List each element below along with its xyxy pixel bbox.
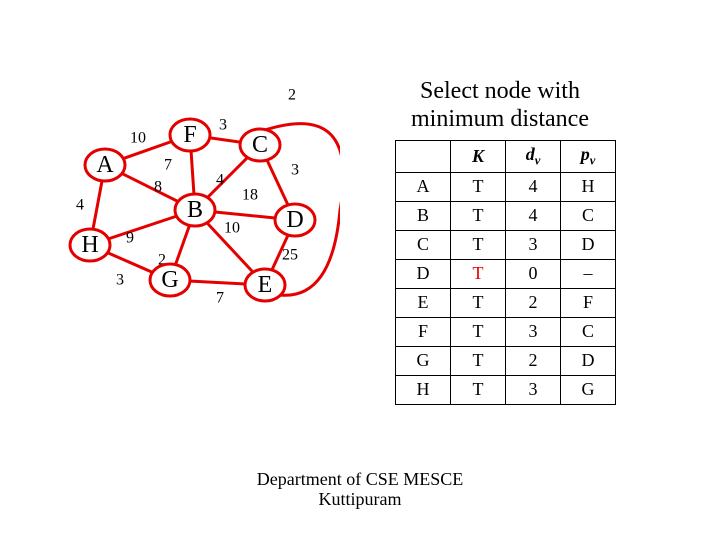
edge-weight-H-G: 3 xyxy=(116,272,124,289)
footer-line1: Department of CSE MESCE xyxy=(257,469,463,489)
slide: Select node with minimum distance 2 10 3 7… xyxy=(0,0,720,540)
edge-weight-A-F: 10 xyxy=(130,130,146,147)
edge-weight-C-B: 4 xyxy=(216,172,224,189)
cell: 3 xyxy=(506,375,561,404)
edge-weight-D-E: 25 xyxy=(282,247,298,264)
node-label-B: B xyxy=(187,197,203,223)
edge-weight-B-D: 10 xyxy=(224,220,240,237)
table-row: GT2D xyxy=(396,346,616,375)
edge-weight-C-D: 3 xyxy=(291,162,299,179)
cell: 2 xyxy=(506,346,561,375)
cell: D xyxy=(561,346,616,375)
node-label-F: F xyxy=(183,122,196,148)
table-row: HT3G xyxy=(396,375,616,404)
edge-weight-H-B: 9 xyxy=(126,230,134,247)
node-label-G: G xyxy=(161,267,178,293)
table-body: AT4HBT4CCT3DDT0–ET2FFT3CGT2DHT3G xyxy=(396,172,616,404)
edge-weight-G-E: 7 xyxy=(216,290,224,307)
edge-weight-curve: 2 xyxy=(288,87,296,104)
cell: T xyxy=(451,230,506,259)
col-k: K xyxy=(451,141,506,173)
edge-weight-A-B: 7 xyxy=(164,157,172,174)
cell: 3 xyxy=(506,317,561,346)
footer: Department of CSE MESCE Kuttipuram xyxy=(0,470,720,510)
nodes-group: A F C B D H G E xyxy=(70,119,315,301)
node-label-E: E xyxy=(258,272,273,298)
cell: H xyxy=(396,375,451,404)
cell: – xyxy=(561,259,616,288)
cell: 3 xyxy=(506,230,561,259)
edge-weight-F-C: 3 xyxy=(219,117,227,134)
title-line2: minimum distance xyxy=(411,106,589,132)
cell: C xyxy=(396,230,451,259)
cell: T xyxy=(451,201,506,230)
slide-title: Select node with minimum distance xyxy=(370,78,630,133)
cell: G xyxy=(396,346,451,375)
node-label-D: D xyxy=(286,207,303,233)
cell: F xyxy=(561,288,616,317)
cell: T xyxy=(451,317,506,346)
cell: F xyxy=(396,317,451,346)
cell: T xyxy=(451,172,506,201)
cell: A xyxy=(396,172,451,201)
table-row: DT0– xyxy=(396,259,616,288)
cell: G xyxy=(561,375,616,404)
cell: T xyxy=(451,259,506,288)
edge-weight-B-E: 18 xyxy=(242,187,258,204)
distance-table: K dv pv AT4HBT4CCT3DDT0–ET2FFT3CGT2DHT3G xyxy=(395,140,616,405)
cell: 4 xyxy=(506,201,561,230)
cell: 2 xyxy=(506,288,561,317)
cell: C xyxy=(561,201,616,230)
edge-weight-F-B: 8 xyxy=(154,179,162,196)
cell: D xyxy=(561,230,616,259)
cell: T xyxy=(451,288,506,317)
table-row: BT4C xyxy=(396,201,616,230)
table-row: AT4H xyxy=(396,172,616,201)
table-row: ET2F xyxy=(396,288,616,317)
cell: T xyxy=(451,346,506,375)
node-label-A: A xyxy=(96,152,114,178)
title-line1: Select node with xyxy=(420,78,580,104)
table-header-row: K dv pv xyxy=(396,141,616,173)
cell: 0 xyxy=(506,259,561,288)
cell: B xyxy=(396,201,451,230)
cell: D xyxy=(396,259,451,288)
node-label-H: H xyxy=(81,232,98,258)
col-blank xyxy=(396,141,451,173)
col-pv: pv xyxy=(561,141,616,173)
edge-weight-A-H: 4 xyxy=(76,197,84,214)
table-row: FT3C xyxy=(396,317,616,346)
cell: 4 xyxy=(506,172,561,201)
col-dv: dv xyxy=(506,141,561,173)
node-label-C: C xyxy=(252,132,268,158)
cell: C xyxy=(561,317,616,346)
cell: H xyxy=(561,172,616,201)
footer-line2: Kuttipuram xyxy=(319,489,402,509)
cell: E xyxy=(396,288,451,317)
cell: T xyxy=(451,375,506,404)
table-row: CT3D xyxy=(396,230,616,259)
graph-diagram: 2 103748431093271825 AFCBDHGE xyxy=(60,80,340,320)
